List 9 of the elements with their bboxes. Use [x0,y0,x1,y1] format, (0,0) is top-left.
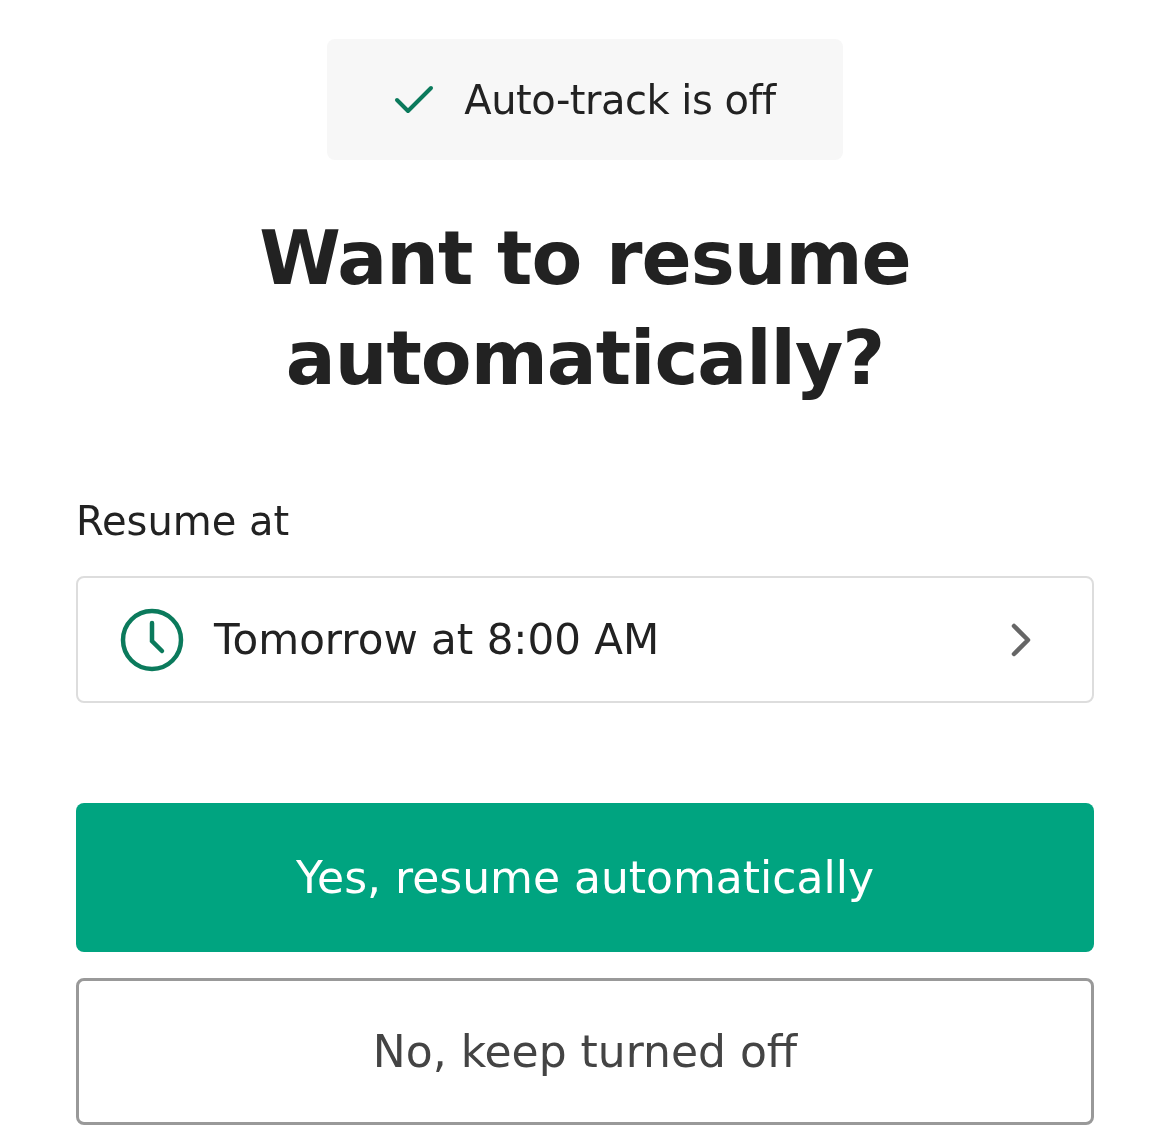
clock-icon [120,607,184,672]
keep-off-button[interactable]: No, keep turned off [76,978,1094,1125]
toast-text: Auto-track is off [464,75,776,125]
check-icon [394,84,435,115]
chevron-icon [1010,621,1032,658]
time-picker[interactable]: Tomorrow at 8:00 AM [76,576,1094,703]
field-label: Resume at [76,497,291,546]
heading: Want to resume automatically? [258,214,912,403]
time-value: Tomorrow at 8:00 AM [214,614,661,666]
